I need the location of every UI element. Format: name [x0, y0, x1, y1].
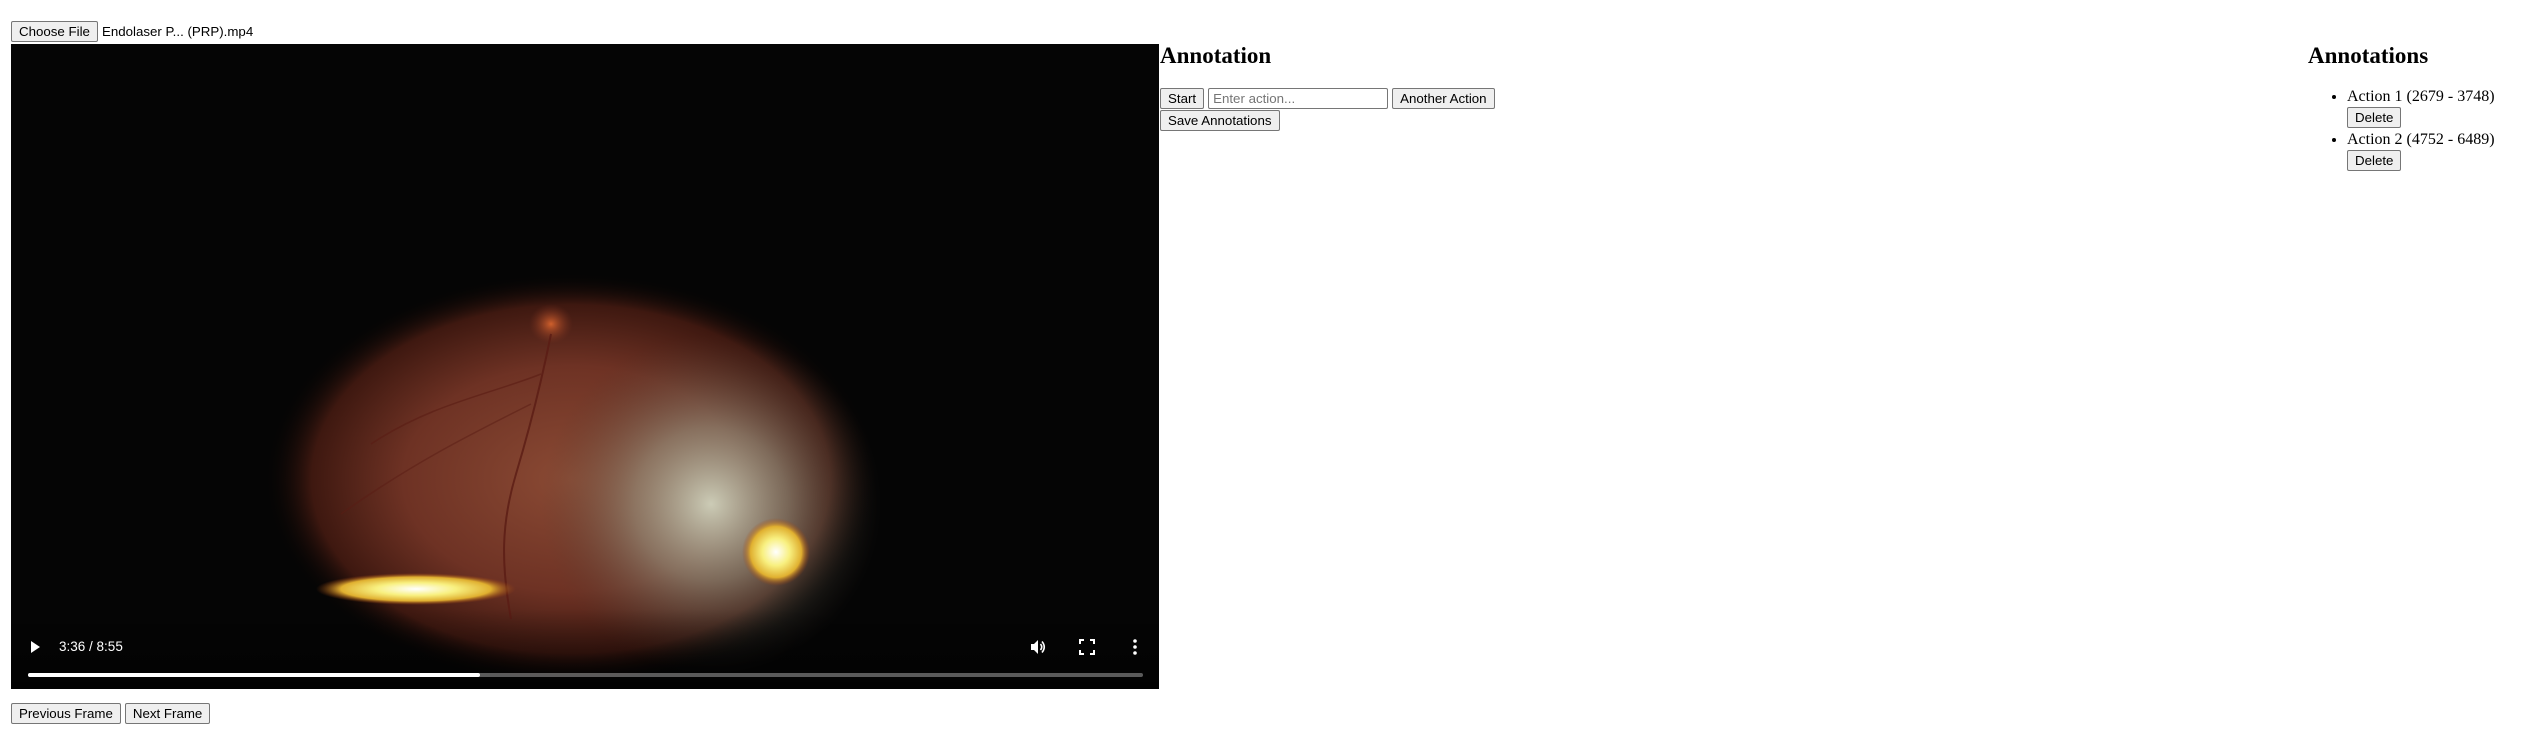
more-options-icon[interactable] [1124, 636, 1146, 658]
list-item: Action 1 (2679 - 3748) Delete [2347, 88, 2495, 128]
annotation-panel: Annotation Start Another Action Save Ann… [1160, 42, 1495, 131]
annotation-range: (4752 - 6489) [2402, 131, 2495, 148]
choose-file-button[interactable]: Choose File [11, 21, 98, 42]
video-frame [11, 44, 1159, 689]
annotation-heading: Annotation [1160, 43, 1272, 68]
current-time: 3:36 [59, 639, 86, 654]
another-action-button[interactable]: Another Action [1392, 88, 1495, 109]
annotations-list: Action 1 (2679 - 3748) Delete Action 2 (… [2308, 88, 2495, 171]
save-annotations-button[interactable]: Save Annotations [1160, 110, 1280, 131]
progress-bar[interactable] [28, 673, 1143, 677]
fullscreen-icon[interactable] [1076, 636, 1098, 658]
annotation-name: Action 2 [2347, 131, 2403, 148]
progress-fill [28, 673, 480, 677]
annotation-range: (2679 - 3748) [2402, 88, 2495, 105]
list-item: Action 2 (4752 - 6489) Delete [2347, 131, 2495, 171]
time-separator: / [85, 639, 97, 654]
video-time: 3:36 / 8:55 [59, 639, 123, 654]
file-input[interactable]: Choose File Endolaser P... (PRP).mp4 [11, 21, 253, 42]
previous-frame-button[interactable]: Previous Frame [11, 703, 121, 724]
page: Choose File Endolaser P... (PRP).mp4 3:3… [0, 0, 2521, 737]
annotations-list-panel: Annotations Action 1 (2679 - 3748) Delet… [2308, 42, 2495, 174]
file-name-label: Endolaser P... (PRP).mp4 [101, 24, 254, 39]
annotation-controls: Start Another Action [1160, 88, 1495, 109]
video-controls: 3:36 / 8:55 [11, 609, 1159, 689]
play-icon[interactable] [24, 636, 46, 658]
action-input[interactable] [1208, 88, 1389, 109]
duration: 8:55 [96, 639, 123, 654]
delete-button[interactable]: Delete [2347, 150, 2402, 171]
next-frame-button[interactable]: Next Frame [124, 703, 211, 724]
volume-icon[interactable] [1027, 636, 1049, 658]
start-button[interactable]: Start [1160, 88, 1205, 109]
annotation-name: Action 1 [2347, 88, 2403, 105]
video-player[interactable]: 3:36 / 8:55 [11, 44, 1159, 689]
annotations-list-heading: Annotations [2308, 43, 2429, 68]
frame-controls: Previous Frame Next Frame [11, 703, 211, 724]
delete-button[interactable]: Delete [2347, 107, 2402, 128]
